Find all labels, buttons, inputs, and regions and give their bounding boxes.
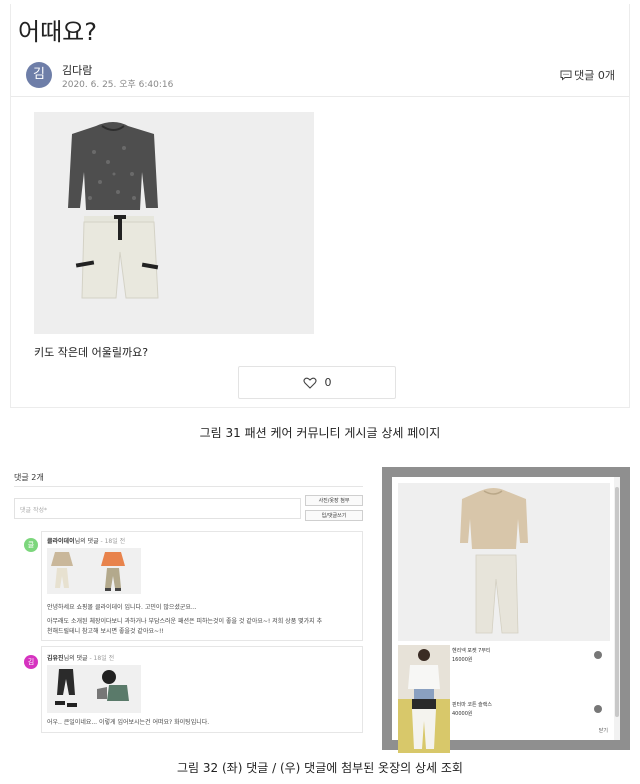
- outfit-illustration: [68, 122, 159, 299]
- comment-count-label: 댓글 0개: [574, 69, 615, 82]
- closet-item[interactable]: 헨리넥 포켓 7부티 16000원: [398, 645, 608, 699]
- comments-divider: [14, 486, 363, 487]
- author-name[interactable]: 김다람: [62, 62, 92, 78]
- post-date: 2020. 6. 25. 오후 6:40:16: [62, 80, 174, 90]
- comment-time: - 18일 전: [100, 538, 126, 545]
- outfit-photo: [34, 112, 314, 334]
- comment-card: 김 김유진님의 댓글 - 18일 전 어우.. 큰일이네요... 이렇게 입어보…: [24, 646, 363, 733]
- closet-item-price: 40000원: [452, 711, 473, 717]
- commenter-name-line: 김유진님의 댓글 - 18일 전: [47, 653, 114, 662]
- commenter-suffix: 님의 댓글: [74, 538, 99, 545]
- figure-31-caption: 그림 31 패션 케어 커뮤니티 게시글 상세 페이지: [199, 426, 441, 440]
- closet-item-name: 핀터마 코튼 슬랙스: [452, 702, 492, 708]
- comment-line: 천해드릴테니 참고해 보시면 좋을것 같아요~!!: [47, 628, 164, 635]
- comment-card: 클 클라이데이님의 댓글 - 18일 전 안녕하세요 쇼핑몰 클라이데이 입니다…: [24, 531, 363, 641]
- attach-button-label: 사진/옷장 첨부: [318, 498, 350, 504]
- attached-closet-thumbnail[interactable]: [47, 548, 141, 594]
- comment-bubble-icon: [560, 70, 572, 81]
- closet-item-image: [398, 699, 450, 753]
- closet-item-name: 헨리넥 포켓 7부티: [452, 648, 491, 654]
- commenter-suffix: 님의 댓글: [63, 655, 88, 662]
- submit-button-label: 입/댓글쓰기: [321, 513, 347, 519]
- closet-outfit-illustration: [460, 488, 528, 634]
- submit-comment-button[interactable]: 입/댓글쓰기: [305, 510, 363, 521]
- comment-count[interactable]: 댓글 0개: [560, 67, 615, 83]
- scrollbar-thumb[interactable]: [615, 487, 619, 717]
- heart-icon: [302, 377, 317, 389]
- comment-time: - 18일 전: [89, 655, 115, 662]
- comment-line: 어우.. 큰일이네요... 이렇게 입어보시는건 어떠요? 화이팅입니다.: [47, 719, 210, 726]
- post-detail-panel: 어때요? 김 김다람 2020. 6. 25. 오후 6:40:16 댓글 0개: [10, 4, 630, 408]
- post-caption: 키도 작은데 어울릴까요?: [34, 346, 149, 359]
- modal-close-button[interactable]: 닫기: [599, 727, 608, 734]
- attached-closet-thumbnail[interactable]: [47, 665, 141, 713]
- item-link-icon[interactable]: [594, 705, 602, 713]
- closet-item[interactable]: 핀터마 코튼 슬랙스 40000원: [398, 699, 608, 753]
- commenter-avatar[interactable]: 김: [24, 655, 38, 669]
- comment-line: 아무래도 소개된 체장이다보니 과하거나 부담스러운 패션은 피하는것이 좋을 …: [47, 618, 323, 625]
- author-avatar[interactable]: 김: [26, 62, 52, 88]
- commenter-name[interactable]: 김유진: [47, 655, 64, 662]
- commenter-avatar[interactable]: 클: [24, 538, 38, 552]
- model-photo-illustration: [398, 699, 450, 753]
- like-button[interactable]: 0: [238, 366, 396, 399]
- modal-content: 헨리넥 포켓 7부티 16000원 핀터마 코튼 슬랙스 40000원 닫기: [392, 477, 620, 753]
- attach-closet-button[interactable]: 사진/옷장 첨부: [305, 495, 363, 506]
- outfit-thumbnail-illustration: [55, 669, 129, 707]
- item-link-icon[interactable]: [594, 651, 602, 659]
- commenter-name-line: 클라이데이님의 댓글 - 18일 전: [47, 536, 125, 545]
- closet-item-price: 16000원: [452, 657, 473, 663]
- comment-input[interactable]: 댓글 작성*: [14, 498, 301, 519]
- commenter-name[interactable]: 클라이데이: [47, 538, 75, 545]
- closet-item-image: [398, 645, 450, 699]
- like-count: 0: [324, 376, 332, 389]
- closet-detail-modal: 헨리넥 포켓 7부티 16000원 핀터마 코튼 슬랙스 40000원 닫기: [382, 467, 630, 753]
- post-title: 어때요?: [18, 18, 97, 46]
- comment-line: 안녕하세요 쇼핑몰 클라이데이 입니다. 고민이 많으셨군요...: [47, 604, 197, 611]
- header-divider: [11, 96, 629, 97]
- closet-outfit-photo: [398, 483, 610, 641]
- outfit-thumbnail-illustration: [51, 552, 125, 591]
- comments-title: 댓글 2개: [14, 473, 44, 482]
- modal-scrollbar[interactable]: [614, 477, 620, 740]
- figure-32-caption: 그림 32 (좌) 댓글 / (우) 댓글에 첨부된 옷장의 상세 조회: [177, 761, 463, 775]
- model-photo-illustration: [398, 645, 450, 699]
